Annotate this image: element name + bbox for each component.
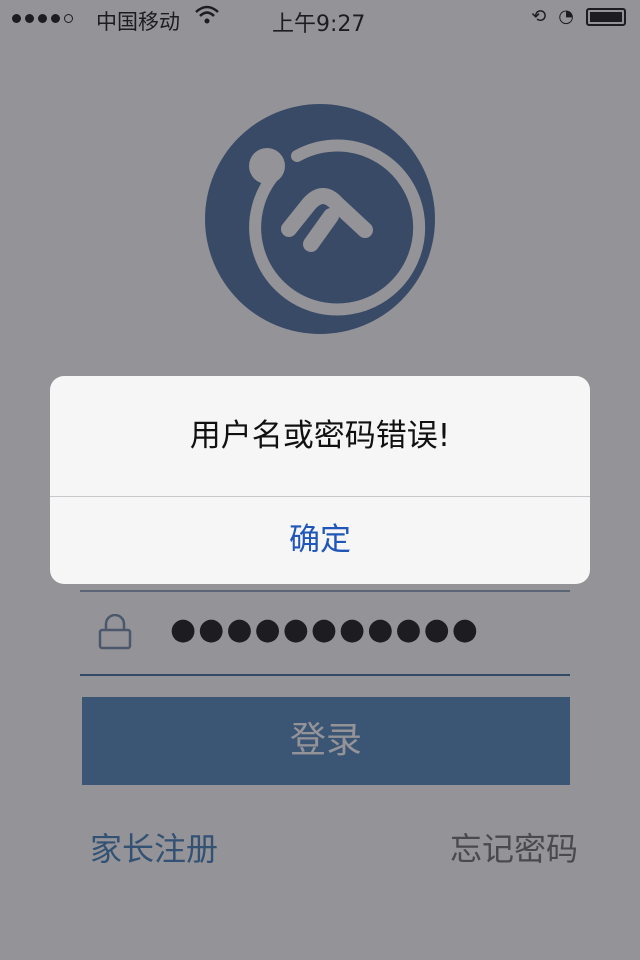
confirm-button[interactable]: 确定: [50, 497, 590, 584]
login-screen: 中国移动 上午9:27 ⟲ ◔: [0, 0, 640, 960]
error-alert-dialog: 用户名或密码错误! 确定: [50, 376, 590, 584]
alert-message: 用户名或密码错误!: [189, 418, 451, 454]
